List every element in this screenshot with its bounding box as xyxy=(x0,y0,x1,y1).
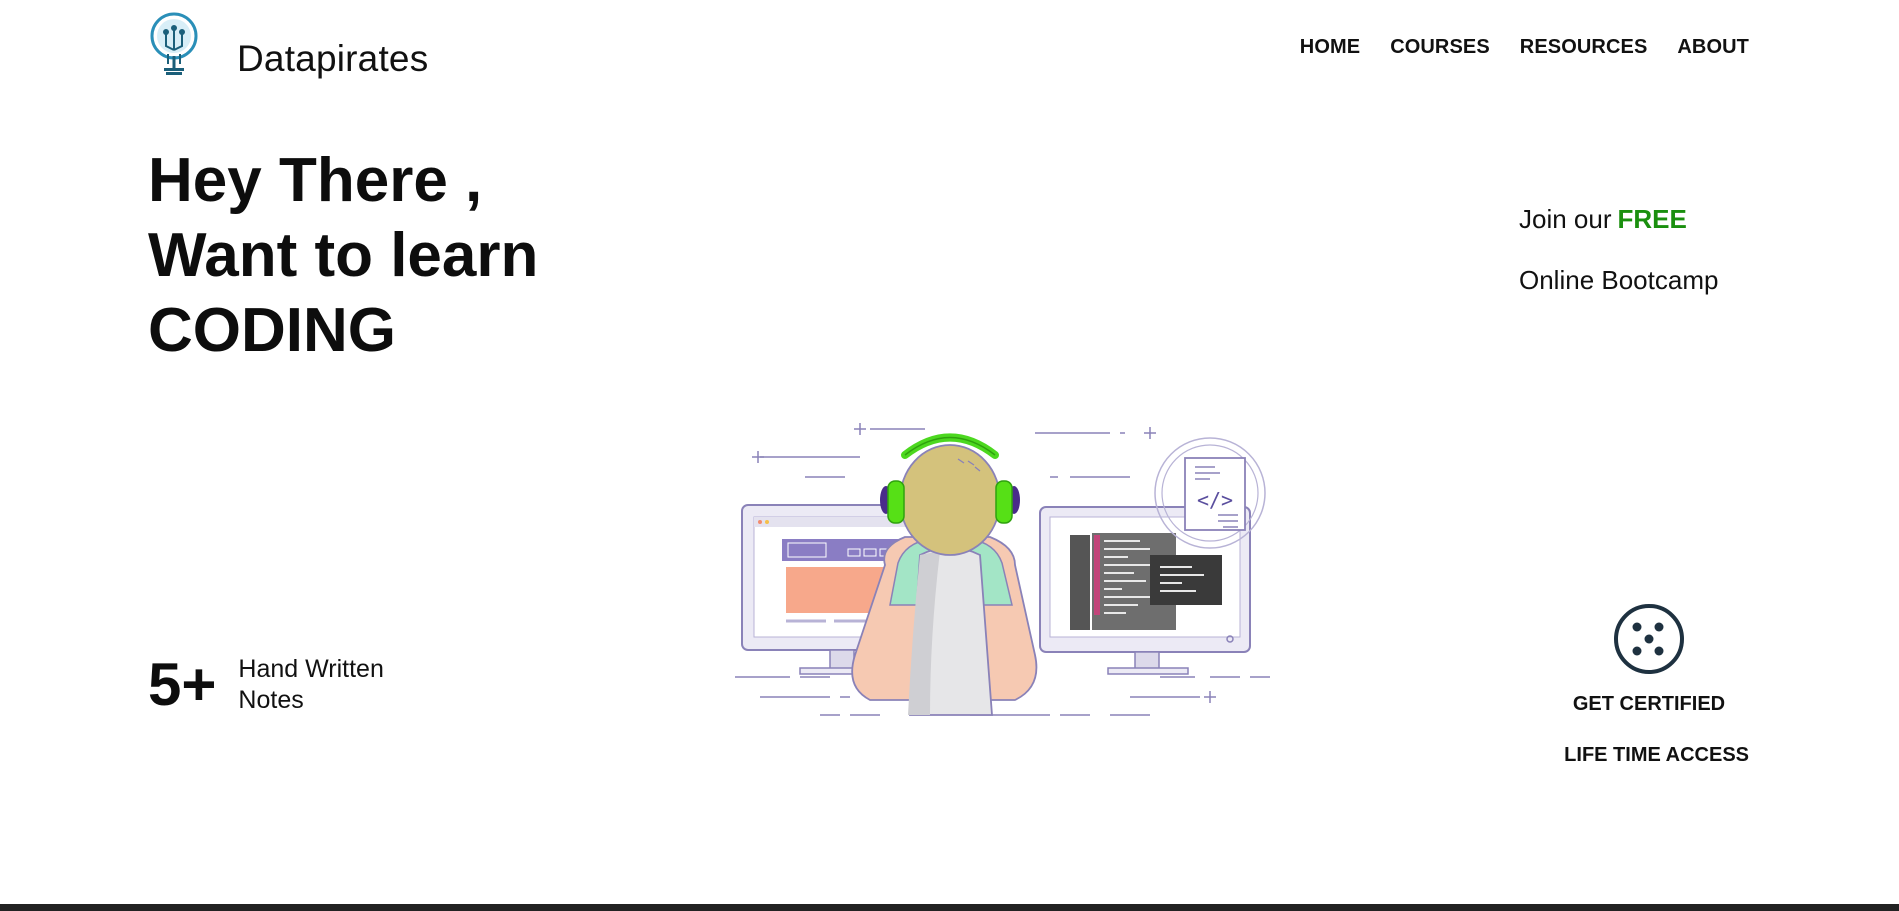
promo-line-1: Join our FREE xyxy=(1519,204,1749,235)
promo-free-highlight: FREE xyxy=(1617,204,1687,234)
notes-label-line-2: Notes xyxy=(238,685,304,714)
main-nav: HOME COURSES RESOURCES ABOUT xyxy=(1300,36,1749,59)
cert-title: GET CERTIFIED xyxy=(1572,693,1726,715)
bootcamp-promo: Join our FREE Online Bootcamp xyxy=(1519,204,1749,296)
lightbulb-circuit-icon[interactable] xyxy=(148,12,200,76)
cert-subtitle: LIFE TIME ACCESS xyxy=(1564,744,1749,766)
right-monitor xyxy=(1039,506,1251,675)
nav-about[interactable]: ABOUT xyxy=(1677,36,1749,59)
hero-title: Hey There , Want to learn CODING xyxy=(148,143,748,368)
nav-resources[interactable]: RESOURCES xyxy=(1520,36,1648,59)
notes-count: 5+ xyxy=(148,651,217,718)
developer-illustration: </> xyxy=(735,423,1270,716)
code-badge-label: </> xyxy=(1197,488,1233,512)
notes-label: Hand Written Notes xyxy=(238,654,383,716)
certification-block: GET CERTIFIED LIFE TIME ACCESS xyxy=(1549,603,1749,767)
hero-line-3: CODING xyxy=(148,296,396,365)
promo-prefix: Join our xyxy=(1519,204,1612,234)
promo-line-2: Online Bootcamp xyxy=(1519,265,1719,295)
notes-label-line-1: Hand Written xyxy=(238,654,384,683)
nav-courses[interactable]: COURSES xyxy=(1390,36,1490,59)
nav-home[interactable]: HOME xyxy=(1300,36,1360,59)
dice-five-icon xyxy=(1614,604,1684,674)
hero-line-2: Want to learn xyxy=(148,221,539,290)
hero-line-1: Hey There , xyxy=(148,146,483,215)
brand-name[interactable]: Datapirates xyxy=(237,38,428,80)
bottom-border xyxy=(0,904,1899,911)
notes-stat: 5+ Hand Written Notes xyxy=(148,650,384,719)
site-header: Datapirates HOME COURSES RESOURCES ABOUT xyxy=(0,0,1899,100)
